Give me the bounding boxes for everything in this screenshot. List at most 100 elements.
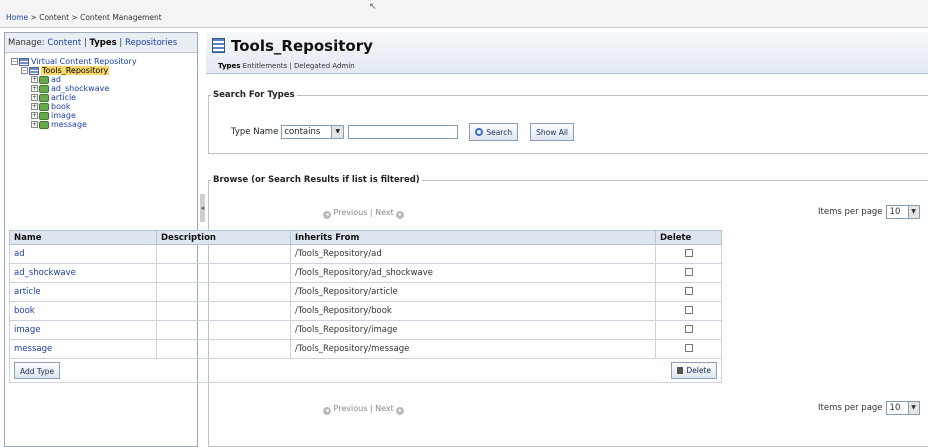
type-name-link[interactable]: message (9, 339, 157, 359)
match-mode-select[interactable]: contains ▼ (281, 125, 345, 139)
tree-item-type[interactable]: + article (11, 93, 197, 102)
table-header-row: Name Description Inherits From Delete (9, 230, 722, 245)
breadcrumb-separator: > (28, 13, 40, 22)
next-arrow-icon: ▸ (396, 407, 405, 415)
previous-link[interactable]: Previous (334, 208, 368, 217)
delete-checkbox[interactable] (684, 267, 693, 276)
type-name-link[interactable]: book (9, 301, 157, 321)
tab-types[interactable]: Types (218, 62, 240, 70)
delete-button-label: Delete (686, 366, 711, 375)
breadcrumb: Home > Content > Content Management (0, 0, 928, 28)
expand-icon[interactable]: + (31, 112, 38, 119)
tree-item-label: image (51, 111, 76, 120)
type-icon (39, 120, 49, 129)
type-description (156, 320, 291, 340)
expand-icon[interactable]: + (31, 103, 38, 110)
tree-item-type[interactable]: + book (11, 102, 197, 111)
type-description (156, 244, 291, 264)
manage-bar: Manage: Content | Types | Repositories (5, 33, 197, 53)
add-type-button[interactable]: Add Type (14, 362, 61, 379)
table-row: book /Tools_Repository/book (9, 301, 722, 321)
breadcrumb-content: Content (39, 13, 70, 22)
manage-types-link[interactable]: Types (89, 38, 116, 48)
search-button-label: Search (486, 128, 513, 137)
tree-item-type[interactable]: + ad_shockwave (11, 84, 197, 93)
table-row: message /Tools_Repository/message (9, 339, 722, 359)
items-per-page-select[interactable]: 10 ▼ (885, 205, 920, 219)
previous-link[interactable]: Previous (334, 404, 368, 413)
next-link[interactable]: Next (375, 404, 394, 413)
tree-item-tools-repository[interactable]: − Tools_Repository (11, 66, 197, 75)
delete-checkbox[interactable] (684, 343, 693, 352)
delete-checkbox[interactable] (684, 305, 693, 314)
expand-icon[interactable]: + (31, 94, 38, 101)
table-row: ad_shockwave /Tools_Repository/ad_shockw… (9, 263, 722, 283)
types-table: Name Description Inherits From Delete ad… (9, 230, 722, 383)
type-name-input[interactable] (348, 125, 459, 139)
tree-item-label: ad_shockwave (51, 84, 110, 93)
table-row: article /Tools_Repository/article (9, 282, 722, 302)
tab-delegated-admin[interactable]: Delegated Admin (294, 62, 355, 70)
next-link[interactable]: Next (375, 208, 394, 217)
title-bar: Tools_Repository Types Entitlements | De… (206, 32, 928, 74)
expand-icon[interactable]: + (31, 121, 38, 128)
tab-entitlements[interactable]: Entitlements (243, 62, 288, 70)
items-per-page-label: Items per page (818, 403, 883, 413)
collapse-icon[interactable]: − (21, 67, 28, 74)
column-header-inherits-from[interactable]: Inherits From (290, 230, 656, 245)
tree-item-label: Tools_Repository (41, 66, 110, 75)
type-name-label: Type Name (231, 127, 279, 137)
type-name-link[interactable]: ad (9, 244, 157, 264)
type-description (156, 282, 291, 302)
show-all-button[interactable]: Show All (530, 123, 575, 141)
items-per-page-select[interactable]: 10 ▼ (885, 401, 920, 415)
delete-checkbox[interactable] (684, 286, 693, 295)
type-description (156, 263, 291, 283)
tree-item-type[interactable]: + message (11, 120, 197, 129)
column-header-description[interactable]: Description (156, 230, 291, 245)
tree-item-label: ad (51, 75, 61, 84)
dropdown-arrow-icon[interactable]: ▼ (907, 402, 919, 414)
content-tree: − Virtual Content Repository − Tools_Repos… (5, 53, 197, 129)
items-per-page-top: Items per page 10 ▼ (818, 205, 920, 219)
magnifier-icon (475, 128, 484, 136)
delete-checkbox[interactable] (684, 324, 693, 333)
breadcrumb-separator: > (69, 13, 81, 22)
manage-content-link[interactable]: Content (47, 38, 81, 48)
manage-label: Manage: (8, 38, 48, 48)
delete-cell (655, 244, 722, 264)
delete-button[interactable]: Delete (671, 362, 717, 379)
breadcrumb-home-link[interactable]: Home (6, 13, 28, 22)
tree-item-type[interactable]: + image (11, 111, 197, 120)
dropdown-arrow-icon[interactable]: ▼ (907, 206, 919, 218)
column-header-name[interactable]: Name (9, 230, 157, 245)
delete-cell (655, 263, 722, 283)
delete-checkbox[interactable] (684, 248, 693, 257)
tree-item-label: book (51, 102, 71, 111)
mouse-cursor-icon: ↖ (369, 2, 377, 12)
repository-icon (212, 38, 225, 53)
dropdown-arrow-icon[interactable]: ▼ (331, 126, 344, 138)
expand-icon[interactable]: + (31, 76, 38, 83)
expand-icon[interactable]: + (31, 85, 38, 92)
tree-item-type[interactable]: + ad (11, 75, 197, 84)
browse-section-title: Browse (or Search Results if list is fil… (213, 175, 420, 185)
type-name-link[interactable]: ad_shockwave (9, 263, 157, 283)
previous-arrow-icon: ◂ (323, 407, 331, 415)
pager-bottom: ◂ Previous | Next ▸ (323, 404, 405, 415)
search-button[interactable]: Search (469, 123, 519, 141)
type-description (156, 301, 291, 321)
type-name-link[interactable]: article (9, 282, 157, 302)
tree-item-label: message (51, 120, 87, 129)
column-header-delete: Delete (655, 230, 722, 245)
delete-cell (655, 339, 722, 359)
table-actions: Add Type Delete (9, 358, 722, 383)
repository-icon (19, 57, 29, 66)
type-name-link[interactable]: image (9, 320, 157, 340)
manage-repositories-link[interactable]: Repositories (125, 38, 177, 48)
pager-top: ◂ Previous | Next ▸ (323, 208, 405, 219)
tree-item-root[interactable]: − Virtual Content Repository (11, 57, 197, 66)
collapse-icon[interactable]: − (11, 58, 18, 65)
previous-arrow-icon: ◂ (323, 211, 331, 219)
panel-splitter-handle[interactable]: ◂ (200, 194, 205, 222)
